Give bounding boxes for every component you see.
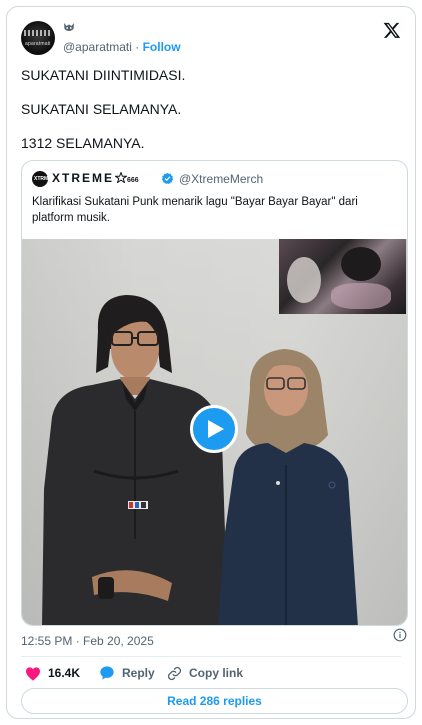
reply-label: Reply [122,666,155,680]
author-name-badge[interactable] [63,22,75,36]
tweet-header: aparatmati @aparatmati · Follow [21,19,401,59]
video-player[interactable] [22,239,407,625]
reply-bubble-icon [100,666,114,680]
avatar-graphic [24,30,52,36]
info-icon[interactable] [393,628,407,642]
quoted-author-name[interactable]: XTREME 666 [52,171,139,185]
verified-badge-icon [161,172,174,185]
author-avatar[interactable]: aparatmati [21,21,55,55]
author-handle[interactable]: @aparatmati [63,40,132,54]
read-replies-button[interactable]: Read 286 replies [21,688,408,714]
quoted-avatar-text: XTRM [34,176,49,182]
quoted-author-avatar[interactable]: XTRM [32,171,48,187]
heart-icon [26,666,40,681]
tweet-line: SUKATANI SELAMANYA. [21,101,182,117]
follow-button[interactable]: Follow [143,40,181,54]
timestamp[interactable]: 12:55 PM · Feb 20, 2025 [21,634,154,648]
quoted-tweet-text: Klarifikasi Sukatani Punk menarik lagu "… [32,196,358,224]
quoted-tweet[interactable]: XTRM XTREME 666 @XtremeMerch Klarifikasi … [21,160,408,626]
tweet-text: SUKATANI DIINTIMIDASI. SUKATANI SELAMANY… [21,67,401,169]
tweet-line: SUKATANI DIINTIMIDASI. [21,67,186,83]
x-logo-icon[interactable] [383,21,401,39]
cat-badge-icon [64,23,74,31]
play-button[interactable] [190,405,238,453]
reply-button[interactable]: Reply [99,663,155,683]
pentagram-icon [113,171,129,184]
like-button[interactable]: 16.4K [25,663,80,683]
copy-link-button[interactable]: Copy link [167,663,243,683]
separator-dot: · [135,40,143,54]
link-icon [167,666,182,680]
quoted-name-suffix: 666 [127,177,139,184]
author-handle-line: @aparatmati · Follow [63,40,181,54]
divider [21,656,401,657]
play-icon [208,420,224,438]
avatar-text: aparatmati [25,41,51,47]
tweet-line: 1312 SELAMANYA. [21,135,145,151]
embedded-tweet-card: aparatmati @aparatmati · Follow SUKATANI… [6,6,416,719]
like-count: 16.4K [48,666,81,680]
copy-link-label: Copy link [189,666,244,680]
quoted-author-handle[interactable]: @XtremeMerch [179,172,263,186]
quoted-display-name: XTREME [52,171,115,185]
